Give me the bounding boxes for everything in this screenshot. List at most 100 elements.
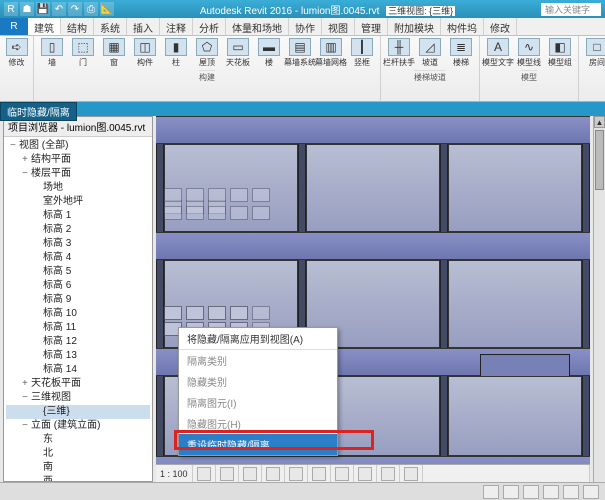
tree-node[interactable]: +天花板平面	[6, 377, 150, 391]
tab-massing[interactable]: 体量和场地	[226, 18, 289, 35]
tree-node[interactable]: 标高 9	[6, 293, 150, 307]
tree-node[interactable]: {三维}	[6, 405, 150, 419]
tree-node[interactable]: 标高 5	[6, 265, 150, 279]
editable-only-icon[interactable]	[523, 485, 539, 499]
tab-goujianwu[interactable]: 构件坞	[441, 18, 484, 35]
menu-isolate-category[interactable]: 隔离类别	[179, 350, 337, 371]
window-button[interactable]: ▦窗	[100, 38, 128, 68]
tab-systems[interactable]: 系统	[94, 18, 127, 35]
open-icon[interactable]: ☗	[20, 2, 34, 16]
tree-node[interactable]: 场地	[6, 181, 150, 195]
visual-style-icon[interactable]	[220, 467, 234, 481]
floor-button[interactable]: ▬楼	[255, 38, 283, 68]
menu-hide-element[interactable]: 隐藏图元(H)	[179, 413, 337, 434]
hide-isolate-menu[interactable]: 将隐藏/隔离应用到视图(A) 隔离类别 隐藏类别 隔离图元(I) 隐藏图元(H)…	[178, 327, 338, 456]
col-button[interactable]: ▮柱	[162, 38, 190, 68]
tree-node[interactable]: +结构平面	[6, 153, 150, 167]
tab-analyze[interactable]: 分析	[193, 18, 226, 35]
tree-node[interactable]: −楼层平面	[6, 167, 150, 181]
rail-button[interactable]: ╫栏杆扶手	[385, 38, 413, 68]
tab-structure[interactable]: 结构	[61, 18, 94, 35]
redo-icon[interactable]: ↷	[68, 2, 82, 16]
tree-node[interactable]: 标高 4	[6, 251, 150, 265]
help-search[interactable]: 输入关键字	[541, 3, 601, 16]
tree-node[interactable]: 西	[6, 475, 150, 481]
worksets-icon[interactable]	[483, 485, 499, 499]
tab-architecture[interactable]: 建筑	[28, 18, 61, 35]
crop-view-icon[interactable]	[312, 467, 326, 481]
ceil-button[interactable]: ▭天花板	[224, 38, 252, 68]
scroll-thumb[interactable]	[595, 130, 604, 190]
drag-on-select-icon[interactable]	[583, 485, 599, 499]
app-menu-icon[interactable]: R	[4, 2, 18, 16]
menu-hide-category[interactable]: 隐藏类别	[179, 371, 337, 392]
scale-control[interactable]: 1 : 100	[156, 465, 193, 482]
tab-addins[interactable]: 附加模块	[388, 18, 441, 35]
print-icon[interactable]: ⎙	[84, 2, 98, 16]
cw1-button[interactable]: ▤幕墙系统	[286, 38, 314, 68]
vertical-scrollbar[interactable]: ▲	[593, 116, 605, 482]
roof-button[interactable]: ⬠屋顶	[193, 38, 221, 68]
mg-button[interactable]: ◧模型组	[546, 38, 574, 68]
tree-node[interactable]: 标高 3	[6, 237, 150, 251]
shadows-icon[interactable]	[266, 467, 280, 481]
undo-icon[interactable]: ↶	[52, 2, 66, 16]
tree-node[interactable]: −立面 (建筑立面)	[6, 419, 150, 433]
room-button[interactable]: □房间	[583, 38, 605, 68]
cw2-button[interactable]: ▥幕墙网格	[317, 38, 345, 68]
project-tree[interactable]: −视图 (全部)+结构平面−楼层平面场地室外地坪标高 1标高 2标高 3标高 4…	[4, 137, 152, 481]
tree-node[interactable]: 南	[6, 461, 150, 475]
mt-button[interactable]: A模型文字	[484, 38, 512, 68]
app-tab[interactable]: R	[0, 18, 28, 35]
temp-hide-icon[interactable]	[381, 467, 395, 481]
mull-button[interactable]: ┃竖框	[348, 38, 376, 68]
wall-button[interactable]: ▯墙	[38, 38, 66, 68]
stair-button[interactable]: ≣楼梯	[447, 38, 475, 68]
scroll-up-icon[interactable]: ▲	[594, 116, 605, 128]
tab-collab[interactable]: 协作	[289, 18, 322, 35]
tree-node[interactable]: 标高 11	[6, 321, 150, 335]
menu-reset-temp-hide[interactable]: 重设临时隐藏/隔离	[179, 434, 337, 455]
menu-apply-to-view[interactable]: 将隐藏/隔离应用到视图(A)	[179, 328, 337, 350]
tab-modify[interactable]: 修改	[484, 18, 517, 35]
save-icon[interactable]: 💾	[36, 2, 50, 16]
tab-view[interactable]: 视图	[322, 18, 355, 35]
tab-insert[interactable]: 插入	[127, 18, 160, 35]
unhide-icon[interactable]	[358, 467, 372, 481]
comp-button[interactable]: ◫构件	[131, 38, 159, 68]
tree-node[interactable]: 标高 6	[6, 279, 150, 293]
ml-button[interactable]: ∿模型线	[515, 38, 543, 68]
tree-node[interactable]: 标高 10	[6, 307, 150, 321]
selection-count-icon[interactable]	[543, 485, 559, 499]
measure-icon[interactable]: 📐	[100, 2, 114, 16]
tree-node[interactable]: 室外地坪	[6, 195, 150, 209]
tree-node[interactable]: 标高 13	[6, 349, 150, 363]
tree-node[interactable]: −视图 (全部)	[6, 139, 150, 153]
ribbon-model-group: A模型文字∿模型线◧模型组 模型	[480, 36, 579, 101]
render-icon[interactable]	[289, 467, 303, 481]
tree-node[interactable]: 北	[6, 447, 150, 461]
project-browser[interactable]: 项目浏览器 - lumion图.0045.rvt −视图 (全部)+结构平面−楼…	[3, 116, 153, 482]
ribbon-circulation-group: ╫栏杆扶手◿坡道≣楼梯 楼梯坡道	[381, 36, 480, 101]
crop-region-icon[interactable]	[335, 467, 349, 481]
ramp-button[interactable]: ◿坡道	[416, 38, 444, 68]
design-options-icon[interactable]	[503, 485, 519, 499]
filter-icon[interactable]	[563, 485, 579, 499]
modify-button[interactable]: ➪ 修改	[3, 38, 31, 68]
reveal-hidden-icon[interactable]	[404, 467, 418, 481]
ribbon-tabs: R 建筑 结构 系统 插入 注释 分析 体量和场地 协作 视图 管理 附加模块 …	[0, 18, 605, 36]
tab-manage[interactable]: 管理	[355, 18, 388, 35]
tree-node[interactable]: −三维视图	[6, 391, 150, 405]
sun-path-icon[interactable]	[243, 467, 257, 481]
tree-node[interactable]: 东	[6, 433, 150, 447]
tree-node[interactable]: 标高 1	[6, 209, 150, 223]
detail-level-icon[interactable]	[197, 467, 211, 481]
menu-isolate-element[interactable]: 隔离图元(I)	[179, 392, 337, 413]
tab-annotate[interactable]: 注释	[160, 18, 193, 35]
tree-node[interactable]: 标高 2	[6, 223, 150, 237]
tree-node[interactable]: 标高 14	[6, 363, 150, 377]
group-label: 模型	[521, 70, 537, 83]
door-button[interactable]: ⬚门	[69, 38, 97, 68]
3d-viewport[interactable]: 将隐藏/隔离应用到视图(A) 隔离类别 隐藏类别 隔离图元(I) 隐藏图元(H)…	[156, 116, 590, 482]
tree-node[interactable]: 标高 12	[6, 335, 150, 349]
